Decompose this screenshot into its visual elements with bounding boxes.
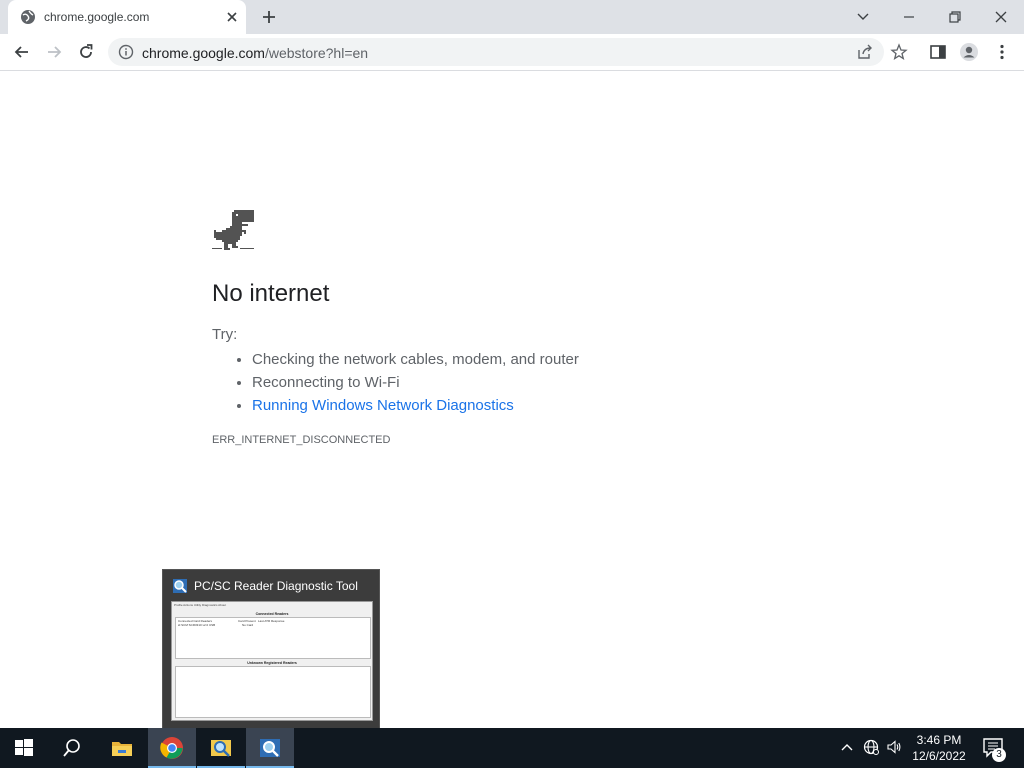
close-icon[interactable] <box>990 6 1012 28</box>
network-globe-icon[interactable] <box>863 739 879 755</box>
tab-close-icon[interactable] <box>224 9 240 25</box>
clock-time: 3:46 PM <box>916 733 962 747</box>
reader-tool-taskbar-button[interactable] <box>246 728 294 768</box>
diagnostic-tool-taskbar-button[interactable] <box>197 728 245 768</box>
forward-arrow-icon[interactable] <box>44 42 64 62</box>
url-host: chrome.google.com <box>142 45 265 61</box>
network-diagnostics-link[interactable]: Running Windows Network Diagnostics <box>252 397 514 414</box>
preview-card-value: No Card <box>242 623 254 627</box>
restore-icon[interactable] <box>944 6 966 28</box>
chevron-up-icon[interactable] <box>839 739 855 755</box>
thumbnail-preview: Profile Actions Utility Diagnostics Abou… <box>171 601 373 721</box>
browser-toolbar: chrome.google.com/webstore?hl=en <box>0 34 1024 71</box>
side-panel-icon[interactable] <box>928 42 948 62</box>
tab-strip: chrome.google.com <box>0 0 1024 34</box>
preview-section-unknown: Unknown Registered Readers <box>247 661 297 665</box>
clock-date: 12/6/2022 <box>912 749 966 763</box>
volume-icon[interactable] <box>886 739 902 755</box>
error-code: ERR_INTERNET_DISCONNECTED <box>212 434 391 446</box>
globe-icon <box>21 10 35 24</box>
suggestion-item: Reconnecting to Wi-Fi <box>252 371 579 394</box>
windows-taskbar: 3:46 PM 12/6/2022 3 <box>0 728 1024 768</box>
error-title: No internet <box>212 280 330 307</box>
preview-col-last: Last ATR Response <box>258 619 285 623</box>
new-tab-icon[interactable] <box>260 8 278 26</box>
preview-connected-box: Connected Card Readers id SCM SCR3310 v2… <box>175 617 371 659</box>
start-icon <box>15 739 33 756</box>
diagnostic-tool-icon <box>211 740 231 757</box>
chrome-icon <box>160 737 183 759</box>
preview-unknown-box <box>175 666 371 718</box>
star-icon[interactable] <box>890 43 908 61</box>
search-button[interactable] <box>48 728 96 768</box>
file-explorer-icon <box>112 742 132 756</box>
share-icon[interactable] <box>856 43 874 61</box>
suggestion-item: Checking the network cables, modem, and … <box>252 348 579 371</box>
system-clock[interactable]: 3:46 PM 12/6/2022 <box>905 732 973 764</box>
reader-tool-icon <box>260 739 280 757</box>
suggestion-item: Running Windows Network Diagnostics <box>252 394 579 417</box>
reload-icon[interactable] <box>76 42 96 62</box>
more-menu-icon[interactable] <box>992 42 1012 62</box>
minimize-icon[interactable] <box>898 6 920 28</box>
thumbnail-title: PC/SC Reader Diagnostic Tool <box>194 579 358 593</box>
preview-menu: Profile Actions Utility Diagnostics Abou… <box>174 603 227 607</box>
url-text: chrome.google.com/webstore?hl=en <box>142 45 368 61</box>
start-button[interactable] <box>0 728 48 768</box>
address-bar[interactable]: chrome.google.com/webstore?hl=en <box>108 38 908 66</box>
taskbar-thumbnail[interactable]: PC/SC Reader Diagnostic Tool Profile Act… <box>162 569 380 730</box>
chrome-taskbar-button[interactable] <box>148 728 196 768</box>
profile-icon[interactable] <box>959 42 979 62</box>
preview-section-connected: Connected Readers <box>255 612 289 616</box>
chevron-down-icon[interactable] <box>852 6 874 28</box>
tab-title: chrome.google.com <box>44 10 150 24</box>
file-explorer-button[interactable] <box>98 728 146 768</box>
url-path: /webstore?hl=en <box>264 45 369 61</box>
notification-count-badge: 3 <box>992 748 1006 762</box>
try-label: Try: <box>212 326 238 343</box>
dinosaur-icon[interactable] <box>212 208 256 252</box>
diagnostic-tool-icon <box>173 579 187 593</box>
preview-reader-value: id SCM SCR3310 v2.0 USB <box>178 623 216 627</box>
browser-tab[interactable]: chrome.google.com <box>8 0 246 34</box>
search-icon <box>63 739 80 757</box>
info-icon[interactable] <box>118 44 134 60</box>
suggestions-list: Checking the network cables, modem, and … <box>212 348 579 417</box>
back-arrow-icon[interactable] <box>12 42 32 62</box>
